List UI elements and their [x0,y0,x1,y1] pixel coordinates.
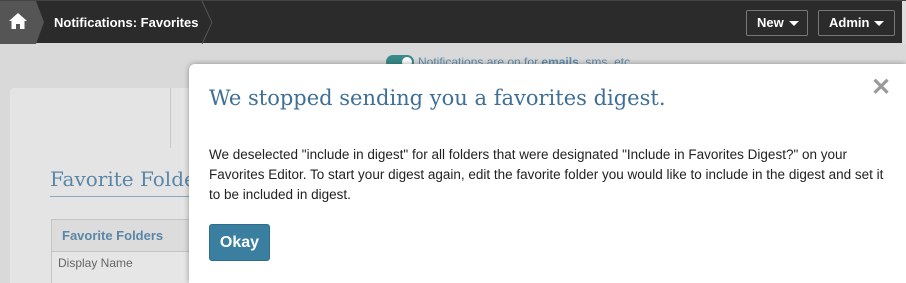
modal-title: We stopped sending you a favorites diges… [209,86,666,110]
table-header: Favorite Folders [52,220,202,252]
breadcrumb[interactable]: Notifications: Favorites [44,1,208,44]
heading-underline [50,196,200,197]
new-button-label: New [757,15,784,30]
close-icon[interactable]: ✕ [871,76,891,100]
admin-button[interactable]: Admin [818,10,895,36]
table-header-label: Favorite Folders [62,228,164,243]
home-icon [9,13,27,29]
column-header-display-name[interactable]: Display Name [58,256,133,270]
breadcrumb-separator-icon [201,1,213,44]
modal-body-text: We deselected "include in digest" for al… [209,147,884,202]
home-button[interactable] [0,1,44,44]
digest-modal: We stopped sending you a favorites diges… [189,64,906,283]
top-nav-bar: Notifications: Favorites New Admin [0,0,906,44]
favorite-folders-table: Favorite Folders Display Name [51,219,202,283]
new-button[interactable]: New [746,10,808,36]
okay-button[interactable]: Okay [209,224,270,261]
scrollbar-edge [902,1,906,44]
admin-button-label: Admin [829,15,870,30]
chevron-down-icon [874,21,885,27]
chevron-down-icon [788,21,799,27]
panel-divider [170,88,171,148]
